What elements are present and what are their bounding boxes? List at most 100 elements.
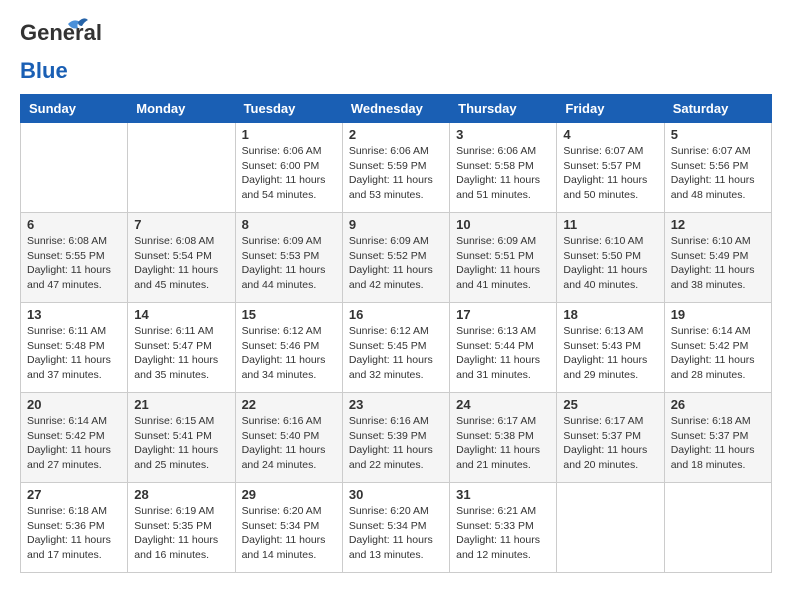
day-info: Sunrise: 6:21 AMSunset: 5:33 PMDaylight:…	[456, 504, 550, 563]
weekday-header: Thursday	[450, 95, 557, 123]
day-info: Sunrise: 6:18 AMSunset: 5:37 PMDaylight:…	[671, 414, 765, 473]
day-number: 9	[349, 217, 443, 232]
calendar-day-cell: 31 Sunrise: 6:21 AMSunset: 5:33 PMDayligh…	[450, 483, 557, 573]
calendar-day-cell: 16 Sunrise: 6:12 AMSunset: 5:45 PMDayligh…	[342, 303, 449, 393]
calendar-day-cell: 4Sunrise: 6:07 AMSunset: 5:57 PMDaylight…	[557, 123, 664, 213]
day-number: 28	[134, 487, 228, 502]
day-number: 19	[671, 307, 765, 322]
calendar-week-row: 6 Sunrise: 6:08 AMSunset: 5:55 PMDaylight…	[21, 213, 772, 303]
calendar-day-cell: 22 Sunrise: 6:16 AMSunset: 5:40 PMDayligh…	[235, 393, 342, 483]
calendar-day-cell	[21, 123, 128, 213]
calendar-day-cell: 14Sunrise: 6:11 AMSunset: 5:47 PMDayligh…	[128, 303, 235, 393]
calendar-day-cell: 24 Sunrise: 6:17 AMSunset: 5:38 PMDayligh…	[450, 393, 557, 483]
day-number: 12	[671, 217, 765, 232]
calendar-day-cell: 12 Sunrise: 6:10 AMSunset: 5:49 PMDayligh…	[664, 213, 771, 303]
day-info: Sunrise: 6:20 AMSunset: 5:34 PMDaylight:…	[242, 504, 336, 563]
day-number: 2	[349, 127, 443, 142]
calendar-week-row: 1 Sunrise: 6:06 AMSunset: 6:00 PMDaylight…	[21, 123, 772, 213]
day-info: Sunrise: 6:06 AMSunset: 6:00 PMDaylight:…	[242, 144, 336, 203]
logo-bird-icon	[66, 16, 88, 38]
calendar-day-cell: 25 Sunrise: 6:17 AMSunset: 5:37 PMDayligh…	[557, 393, 664, 483]
calendar-day-cell: 26 Sunrise: 6:18 AMSunset: 5:37 PMDayligh…	[664, 393, 771, 483]
day-info: Sunrise: 6:13 AMSunset: 5:43 PMDaylight:…	[563, 324, 657, 383]
day-number: 23	[349, 397, 443, 412]
day-info: Sunrise: 6:10 AMSunset: 5:49 PMDaylight:…	[671, 234, 765, 293]
day-info: Sunrise: 6:08 AMSunset: 5:55 PMDaylight:…	[27, 234, 121, 293]
day-info: Sunrise: 6:09 AMSunset: 5:52 PMDaylight:…	[349, 234, 443, 293]
day-number: 31	[456, 487, 550, 502]
day-info: Sunrise: 6:13 AMSunset: 5:44 PMDaylight:…	[456, 324, 550, 383]
calendar-table: SundayMondayTuesdayWednesdayThursdayFrid…	[20, 94, 772, 573]
day-info: Sunrise: 6:14 AMSunset: 5:42 PMDaylight:…	[671, 324, 765, 383]
day-number: 3	[456, 127, 550, 142]
day-info: Sunrise: 6:20 AMSunset: 5:34 PMDaylight:…	[349, 504, 443, 563]
calendar-day-cell	[557, 483, 664, 573]
calendar-day-cell: 5 Sunrise: 6:07 AMSunset: 5:56 PMDaylight…	[664, 123, 771, 213]
day-info: Sunrise: 6:17 AMSunset: 5:38 PMDaylight:…	[456, 414, 550, 473]
day-number: 22	[242, 397, 336, 412]
weekday-header: Wednesday	[342, 95, 449, 123]
day-number: 1	[242, 127, 336, 142]
day-info: Sunrise: 6:07 AMSunset: 5:56 PMDaylight:…	[671, 144, 765, 203]
logo-general: General	[20, 20, 102, 45]
day-number: 24	[456, 397, 550, 412]
day-info: Sunrise: 6:12 AMSunset: 5:45 PMDaylight:…	[349, 324, 443, 383]
weekday-header: Tuesday	[235, 95, 342, 123]
page-header: General Blue	[20, 20, 772, 84]
calendar-day-cell: 8 Sunrise: 6:09 AMSunset: 5:53 PMDaylight…	[235, 213, 342, 303]
calendar-day-cell: 10Sunrise: 6:09 AMSunset: 5:51 PMDayligh…	[450, 213, 557, 303]
calendar-day-cell: 6 Sunrise: 6:08 AMSunset: 5:55 PMDaylight…	[21, 213, 128, 303]
calendar-day-cell: 3 Sunrise: 6:06 AMSunset: 5:58 PMDaylight…	[450, 123, 557, 213]
day-number: 20	[27, 397, 121, 412]
day-number: 7	[134, 217, 228, 232]
day-number: 5	[671, 127, 765, 142]
calendar-day-cell: 17 Sunrise: 6:13 AMSunset: 5:44 PMDayligh…	[450, 303, 557, 393]
day-info: Sunrise: 6:19 AMSunset: 5:35 PMDaylight:…	[134, 504, 228, 563]
calendar-day-cell: 28 Sunrise: 6:19 AMSunset: 5:35 PMDayligh…	[128, 483, 235, 573]
day-number: 26	[671, 397, 765, 412]
day-number: 29	[242, 487, 336, 502]
day-info: Sunrise: 6:10 AMSunset: 5:50 PMDaylight:…	[563, 234, 657, 293]
calendar-day-cell: 18 Sunrise: 6:13 AMSunset: 5:43 PMDayligh…	[557, 303, 664, 393]
day-info: Sunrise: 6:06 AMSunset: 5:59 PMDaylight:…	[349, 144, 443, 203]
calendar-week-row: 13 Sunrise: 6:11 AMSunset: 5:48 PMDayligh…	[21, 303, 772, 393]
day-number: 11	[563, 217, 657, 232]
day-number: 13	[27, 307, 121, 322]
calendar-day-cell: 21 Sunrise: 6:15 AMSunset: 5:41 PMDayligh…	[128, 393, 235, 483]
day-number: 8	[242, 217, 336, 232]
day-info: Sunrise: 6:11 AMSunset: 5:47 PMDaylight:…	[134, 324, 228, 383]
logo: General Blue	[20, 20, 70, 84]
calendar-day-cell: 30 Sunrise: 6:20 AMSunset: 5:34 PMDayligh…	[342, 483, 449, 573]
calendar-week-row: 20 Sunrise: 6:14 AMSunset: 5:42 PMDayligh…	[21, 393, 772, 483]
calendar-day-cell: 29 Sunrise: 6:20 AMSunset: 5:34 PMDayligh…	[235, 483, 342, 573]
day-info: Sunrise: 6:09 AMSunset: 5:51 PMDaylight:…	[456, 234, 550, 293]
calendar-day-cell: 7Sunrise: 6:08 AMSunset: 5:54 PMDaylight…	[128, 213, 235, 303]
day-info: Sunrise: 6:17 AMSunset: 5:37 PMDaylight:…	[563, 414, 657, 473]
day-number: 30	[349, 487, 443, 502]
day-number: 18	[563, 307, 657, 322]
day-number: 21	[134, 397, 228, 412]
day-number: 17	[456, 307, 550, 322]
day-number: 25	[563, 397, 657, 412]
day-info: Sunrise: 6:06 AMSunset: 5:58 PMDaylight:…	[456, 144, 550, 203]
weekday-header: Monday	[128, 95, 235, 123]
calendar-day-cell: 2 Sunrise: 6:06 AMSunset: 5:59 PMDaylight…	[342, 123, 449, 213]
calendar-day-cell: 23Sunrise: 6:16 AMSunset: 5:39 PMDayligh…	[342, 393, 449, 483]
day-info: Sunrise: 6:15 AMSunset: 5:41 PMDaylight:…	[134, 414, 228, 473]
day-number: 16	[349, 307, 443, 322]
day-info: Sunrise: 6:09 AMSunset: 5:53 PMDaylight:…	[242, 234, 336, 293]
calendar-day-cell: 15Sunrise: 6:12 AMSunset: 5:46 PMDayligh…	[235, 303, 342, 393]
day-info: Sunrise: 6:12 AMSunset: 5:46 PMDaylight:…	[242, 324, 336, 383]
weekday-header: Friday	[557, 95, 664, 123]
calendar-week-row: 27Sunrise: 6:18 AMSunset: 5:36 PMDayligh…	[21, 483, 772, 573]
day-number: 6	[27, 217, 121, 232]
calendar-day-cell: 27Sunrise: 6:18 AMSunset: 5:36 PMDayligh…	[21, 483, 128, 573]
weekday-header-row: SundayMondayTuesdayWednesdayThursdayFrid…	[21, 95, 772, 123]
weekday-header: Sunday	[21, 95, 128, 123]
day-info: Sunrise: 6:14 AMSunset: 5:42 PMDaylight:…	[27, 414, 121, 473]
day-info: Sunrise: 6:16 AMSunset: 5:40 PMDaylight:…	[242, 414, 336, 473]
day-info: Sunrise: 6:11 AMSunset: 5:48 PMDaylight:…	[27, 324, 121, 383]
calendar-day-cell: 11 Sunrise: 6:10 AMSunset: 5:50 PMDayligh…	[557, 213, 664, 303]
weekday-header: Saturday	[664, 95, 771, 123]
calendar-day-cell: 1 Sunrise: 6:06 AMSunset: 6:00 PMDaylight…	[235, 123, 342, 213]
